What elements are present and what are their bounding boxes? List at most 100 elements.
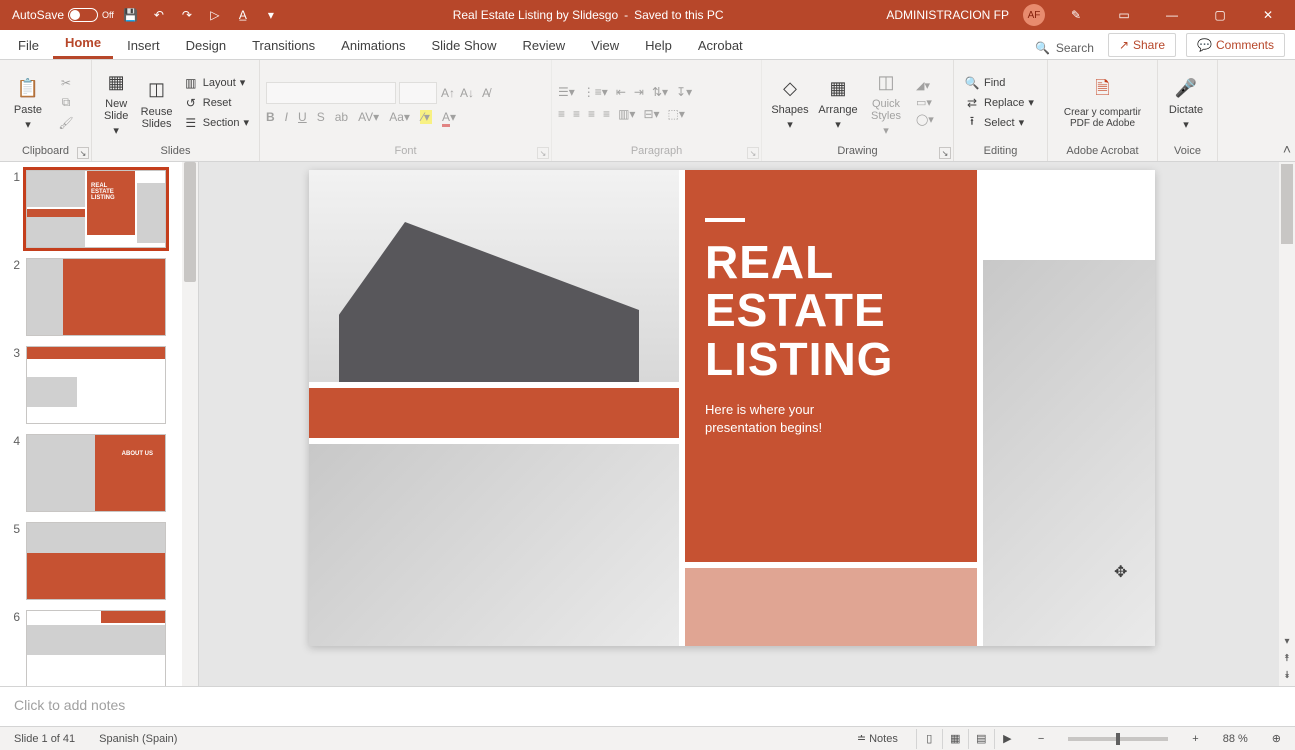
shape-fill-button[interactable]: ◢▾: [912, 78, 938, 93]
tab-transitions[interactable]: Transitions: [240, 32, 327, 59]
search-box[interactable]: 🔍Search: [1027, 37, 1102, 59]
slide-subtitle[interactable]: Here is where your presentation begins!: [705, 401, 957, 437]
format-painter-button[interactable]: 🖌: [54, 114, 78, 132]
font-size-combo[interactable]: [399, 82, 437, 104]
shapes-button[interactable]: ◇Shapes▾: [768, 65, 812, 141]
canvas-scrollbar[interactable]: ▴ ▾ ⯭ ⯯: [1279, 162, 1295, 686]
thumbnail-4[interactable]: 4 ABOUT US: [0, 434, 198, 512]
undo-button[interactable]: ↶: [148, 4, 170, 26]
tab-animations[interactable]: Animations: [329, 32, 417, 59]
redo-button[interactable]: ↷: [176, 4, 198, 26]
tab-insert[interactable]: Insert: [115, 32, 172, 59]
create-pdf-button[interactable]: 🗎 Crear y compartir PDF de Adobe: [1054, 65, 1151, 141]
replace-button[interactable]: ⇄Replace ▾: [960, 94, 1038, 112]
numbering-icon[interactable]: ⋮≡▾: [583, 85, 608, 99]
tab-home[interactable]: Home: [53, 29, 113, 59]
thumbnail-6[interactable]: 6: [0, 610, 198, 686]
scroll-down-icon[interactable]: ▾: [1279, 636, 1295, 652]
tab-help[interactable]: Help: [633, 32, 684, 59]
justify-icon[interactable]: ≡: [603, 107, 610, 121]
reuse-slides-button[interactable]: ◫ Reuse Slides: [138, 65, 174, 141]
minimize-button[interactable]: ―: [1149, 0, 1195, 30]
ribbon-display-icon[interactable]: ▭: [1101, 0, 1147, 30]
change-case-button[interactable]: Aa▾: [389, 110, 410, 124]
slide-content[interactable]: REAL ESTATE LISTING Here is where your p…: [309, 170, 1155, 646]
highlight-button[interactable]: ⁄▾: [420, 110, 432, 124]
increase-font-icon[interactable]: A↑: [440, 85, 456, 101]
reading-view-button[interactable]: ▤: [968, 729, 994, 749]
align-left-icon[interactable]: ≡: [558, 107, 565, 121]
tab-acrobat[interactable]: Acrobat: [686, 32, 755, 59]
underline-button[interactable]: U: [298, 110, 307, 124]
align-center-icon[interactable]: ≡: [573, 107, 580, 121]
slide-canvas[interactable]: REAL ESTATE LISTING Here is where your p…: [199, 162, 1295, 686]
share-button[interactable]: ↗Share: [1108, 33, 1176, 57]
font-family-combo[interactable]: [266, 82, 396, 104]
quick-styles-button[interactable]: ◫Quick Styles▾: [864, 65, 908, 141]
indent-inc-icon[interactable]: ⇥: [634, 85, 644, 99]
dialog-launcher-icon[interactable]: ↘: [77, 147, 89, 159]
tab-file[interactable]: File: [6, 32, 51, 59]
text-direction-icon[interactable]: ↧▾: [676, 85, 692, 99]
zoom-level[interactable]: 88 %: [1217, 731, 1254, 747]
zoom-out-button[interactable]: −: [1032, 731, 1050, 747]
shape-effects-button[interactable]: ◯▾: [912, 112, 938, 127]
shape-outline-button[interactable]: ▭▾: [912, 95, 938, 110]
collapse-ribbon-icon[interactable]: ˄: [1283, 141, 1291, 157]
coming-soon-icon[interactable]: ✎: [1053, 0, 1099, 30]
spacing-button[interactable]: AV▾: [358, 110, 379, 124]
copy-button[interactable]: ⧉: [54, 94, 78, 112]
slideshow-from-start-icon[interactable]: ▷: [204, 4, 226, 26]
tab-review[interactable]: Review: [511, 32, 578, 59]
peach-bar[interactable]: [685, 568, 977, 646]
thumbnail-3[interactable]: 3: [0, 346, 198, 424]
dialog-launcher-icon[interactable]: ↘: [939, 147, 951, 159]
tab-design[interactable]: Design: [174, 32, 238, 59]
close-button[interactable]: ✕: [1245, 0, 1291, 30]
slide-title[interactable]: REAL ESTATE LISTING: [705, 238, 957, 383]
title-panel[interactable]: REAL ESTATE LISTING Here is where your p…: [685, 170, 977, 562]
font-quick-icon[interactable]: A̲: [232, 4, 254, 26]
qat-customize-icon[interactable]: ▾: [260, 4, 282, 26]
strike-button[interactable]: ab: [335, 110, 348, 124]
image-sofa[interactable]: [309, 444, 679, 646]
slideshow-view-button[interactable]: ▶: [994, 729, 1020, 749]
layout-button[interactable]: ▥Layout ▾: [179, 74, 253, 92]
align-right-icon[interactable]: ≡: [588, 107, 595, 121]
bullets-icon[interactable]: ☰▾: [558, 85, 575, 99]
italic-button[interactable]: I: [285, 110, 288, 124]
sorter-view-button[interactable]: ▦: [942, 729, 968, 749]
dialog-launcher-icon[interactable]: ↘: [747, 147, 759, 159]
normal-view-button[interactable]: ▯: [916, 729, 942, 749]
align-text-icon[interactable]: ⊟▾: [643, 107, 659, 121]
indent-dec-icon[interactable]: ⇤: [616, 85, 626, 99]
thumbnail-5[interactable]: 5: [0, 522, 198, 600]
select-button[interactable]: ⭱Select ▾: [960, 114, 1038, 132]
tab-view[interactable]: View: [579, 32, 631, 59]
language-status[interactable]: Spanish (Spain): [93, 731, 183, 747]
smartart-icon[interactable]: ⬚▾: [668, 107, 685, 121]
paste-button[interactable]: 📋 Paste ▾: [6, 65, 50, 141]
clear-formatting-icon[interactable]: A̸: [478, 85, 494, 101]
thumbnail-2[interactable]: 2: [0, 258, 198, 336]
shadow-button[interactable]: S: [317, 110, 325, 124]
comments-button[interactable]: 💬Comments: [1186, 33, 1285, 57]
image-bathroom[interactable]: [983, 260, 1155, 646]
next-slide-icon[interactable]: ⯯: [1279, 670, 1295, 686]
notes-toggle[interactable]: ≐ Notes: [851, 730, 904, 747]
find-button[interactable]: 🔍Find: [960, 74, 1038, 92]
reset-button[interactable]: ↺Reset: [179, 94, 253, 112]
thumbnail-scrollbar[interactable]: [182, 162, 198, 686]
autosave-toggle[interactable]: AutoSave Off: [12, 8, 114, 22]
decrease-font-icon[interactable]: A↓: [459, 85, 475, 101]
tab-slideshow[interactable]: Slide Show: [419, 32, 508, 59]
notes-pane[interactable]: Click to add notes: [0, 686, 1295, 726]
thumbnail-1[interactable]: 1 REALESTATELISTING: [0, 170, 198, 248]
dialog-launcher-icon[interactable]: ↘: [537, 147, 549, 159]
arrange-button[interactable]: ▦Arrange▾: [816, 65, 860, 141]
prev-slide-icon[interactable]: ⯭: [1279, 653, 1295, 669]
image-building[interactable]: [309, 170, 679, 382]
dictate-button[interactable]: 🎤 Dictate ▾: [1164, 65, 1208, 141]
fit-to-window-button[interactable]: ⊕: [1266, 730, 1287, 747]
bold-button[interactable]: B: [266, 110, 275, 124]
